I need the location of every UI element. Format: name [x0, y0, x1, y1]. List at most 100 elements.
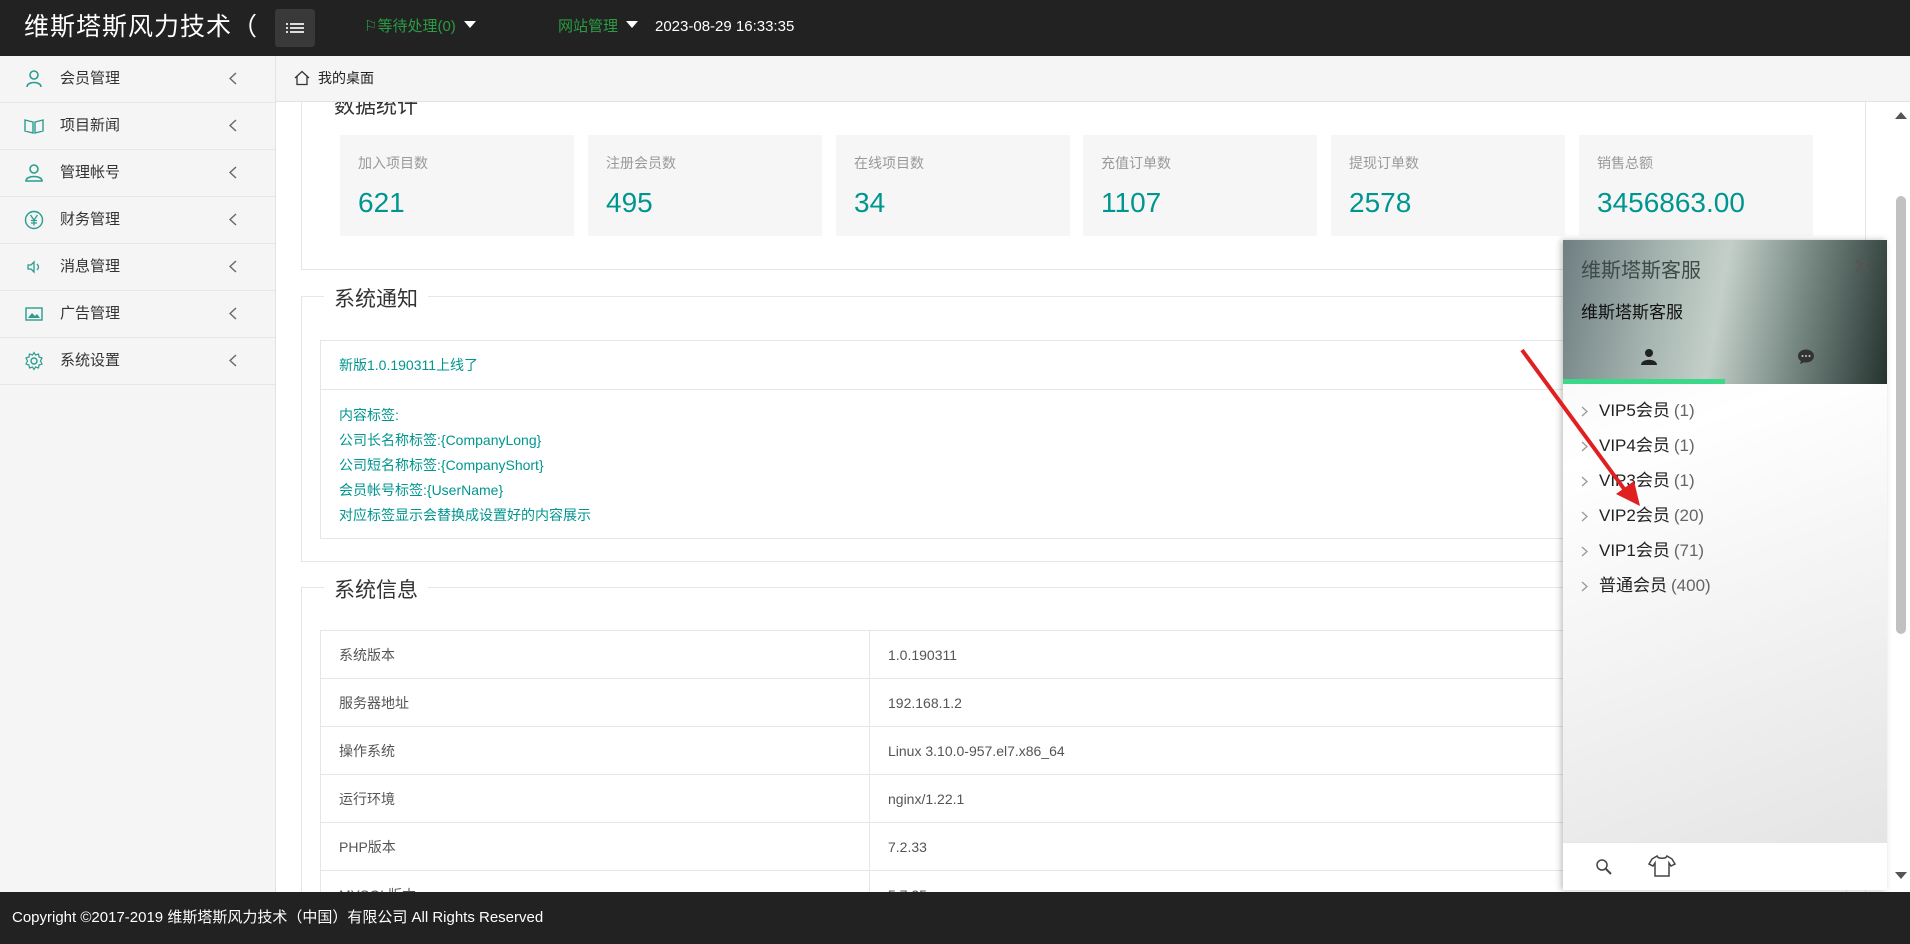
- sidebar-item-label: 管理帐号: [60, 164, 121, 181]
- group-count: (400): [1671, 576, 1711, 595]
- tab-home[interactable]: 我的桌面: [294, 56, 374, 101]
- scrollbar-thumb[interactable]: [1896, 196, 1906, 634]
- page-footer: Copyright ©2017-2019 维斯塔斯风力技术（中国）有限公司 Al…: [0, 892, 1910, 944]
- stat-label: 提现订单数: [1349, 155, 1419, 171]
- close-icon[interactable]: ✕: [1853, 254, 1871, 280]
- tab-bar: 我的桌面: [276, 56, 1910, 102]
- book-icon: [24, 119, 44, 134]
- yen-icon: [24, 210, 44, 230]
- app-logo: 维斯塔斯风力技术（中: [24, 13, 256, 41]
- chevron-right-icon: [1581, 511, 1588, 522]
- site-manage-dropdown[interactable]: 网站管理: [558, 0, 639, 56]
- list-item[interactable]: VIP3会员 (1): [1563, 463, 1887, 498]
- notice-body: 内容标签: 公司长名称标签:{CompanyLong} 公司短名称标签:{Com…: [339, 403, 591, 528]
- info-key: MYSQL版本: [320, 870, 870, 892]
- image-icon: [25, 307, 43, 321]
- sidebar-item-finance[interactable]: 财务管理: [0, 197, 275, 244]
- info-key: 系统版本: [320, 630, 870, 679]
- list-item[interactable]: VIP1会员 (71): [1563, 533, 1887, 568]
- pending-label: ⚐等待处理(0): [364, 18, 456, 35]
- group-name: VIP4会员: [1599, 436, 1670, 455]
- active-tab-indicator: [1563, 379, 1725, 384]
- chat-header: 维斯塔斯客服 ✕ 维斯塔斯客服: [1563, 240, 1887, 384]
- group-count: (71): [1673, 541, 1705, 560]
- group-count: (1): [1673, 436, 1695, 455]
- stat-value: 495: [606, 187, 653, 218]
- sidebar-item-label: 系统设置: [60, 352, 121, 369]
- chevron-left-icon: [229, 72, 237, 85]
- stat-value: 34: [854, 187, 886, 218]
- tab-home-label: 我的桌面: [318, 70, 374, 86]
- notice-line: 会员帐号标签:{UserName}: [339, 482, 504, 498]
- chevron-down-icon: [626, 21, 639, 28]
- chevron-right-icon: [1581, 406, 1588, 417]
- stat-label: 加入项目数: [358, 155, 428, 171]
- sidebar-item-label: 消息管理: [60, 258, 121, 275]
- sidebar-item-messages[interactable]: 消息管理: [0, 244, 275, 291]
- chevron-down-icon: [463, 21, 476, 28]
- sidebar-item-admin[interactable]: 管理帐号: [0, 150, 275, 197]
- stat-value: 3456863.00: [1597, 187, 1745, 218]
- sidebar-item-settings[interactable]: 系统设置: [0, 338, 275, 385]
- contacts-tab-person-icon[interactable]: [1640, 348, 1658, 366]
- list-item[interactable]: VIP2会员 (20): [1563, 498, 1887, 533]
- chevron-right-icon: [1581, 476, 1588, 487]
- chevron-left-icon: [229, 119, 237, 132]
- info-key: 服务器地址: [320, 678, 870, 727]
- chevron-left-icon: [229, 213, 237, 226]
- contact-group-list: VIP5会员 (1) VIP4会员 (1) VIP3会员 (1) VIP2会员 (20)…: [1563, 393, 1887, 603]
- stat-label: 销售总额: [1597, 155, 1653, 171]
- scroll-down-arrow-icon[interactable]: [1895, 872, 1907, 879]
- chevron-left-icon: [229, 354, 237, 367]
- stat-value: 621: [358, 187, 405, 218]
- sidebar: 会员管理 项目新闻 管理帐号 财务管理 消息管理 广告管理 系统设置: [0, 56, 276, 892]
- sidebar-item-ads[interactable]: 广告管理: [0, 291, 275, 338]
- chevron-left-icon: [229, 166, 237, 179]
- menu-toggle-button[interactable]: [275, 9, 315, 47]
- stat-card: 加入项目数 621: [340, 135, 574, 236]
- admin-icon: [25, 164, 43, 182]
- list-icon: [286, 23, 304, 33]
- group-name: VIP1会员: [1599, 541, 1670, 560]
- chat-subtitle: 维斯塔斯客服: [1581, 303, 1683, 322]
- chevron-left-icon: [229, 307, 237, 320]
- group-name: VIP5会员: [1599, 401, 1670, 420]
- customer-service-panel: 维斯塔斯客服 ✕ 维斯塔斯客服 VIP5会员 (1) VIP4会员 (1) VIP3…: [1563, 240, 1887, 890]
- notice-line: 对应标签显示会替换成设置好的内容展示: [339, 507, 591, 523]
- stat-value: 1107: [1101, 187, 1162, 218]
- sidebar-item-label: 会员管理: [60, 70, 121, 87]
- stat-card: 销售总额 3456863.00: [1579, 135, 1813, 236]
- stats-legend: 数据统计: [324, 102, 428, 120]
- messages-tab-chat-icon[interactable]: [1797, 349, 1815, 365]
- scroll-up-arrow-icon[interactable]: [1895, 112, 1907, 119]
- list-item[interactable]: 普通会员 (400): [1563, 568, 1887, 603]
- info-key: PHP版本: [320, 822, 870, 871]
- notice-line: 公司长名称标签:{CompanyLong}: [339, 432, 542, 448]
- chat-title: 维斯塔斯客服: [1581, 260, 1701, 282]
- stat-label: 充值订单数: [1101, 155, 1171, 171]
- home-icon: [294, 70, 310, 86]
- notice-line: 内容标签:: [339, 407, 399, 423]
- search-icon[interactable]: [1595, 858, 1613, 876]
- skin-shirt-icon[interactable]: [1648, 854, 1676, 878]
- sidebar-item-news[interactable]: 项目新闻: [0, 103, 275, 150]
- list-item[interactable]: VIP5会员 (1): [1563, 393, 1887, 428]
- group-name: VIP2会员: [1599, 506, 1670, 525]
- group-name: VIP3会员: [1599, 471, 1670, 490]
- sidebar-item-members[interactable]: 会员管理: [0, 56, 275, 103]
- stat-label: 在线项目数: [854, 155, 924, 171]
- stat-card: 在线项目数 34: [836, 135, 1070, 236]
- group-count: (20): [1673, 506, 1705, 525]
- group-count: (1): [1673, 471, 1695, 490]
- list-item[interactable]: VIP4会员 (1): [1563, 428, 1887, 463]
- pending-dropdown[interactable]: ⚐等待处理(0): [364, 0, 476, 56]
- speaker-icon: [27, 260, 40, 274]
- datetime-display: 2023-08-29 16:33:35: [655, 18, 795, 35]
- chevron-right-icon: [1581, 581, 1588, 592]
- sidebar-item-label: 财务管理: [60, 211, 121, 228]
- sidebar-item-label: 项目新闻: [60, 117, 121, 134]
- chevron-left-icon: [229, 260, 237, 273]
- chevron-right-icon: [1581, 441, 1588, 452]
- group-name: 普通会员: [1599, 576, 1667, 595]
- info-key: 运行环境: [320, 774, 870, 823]
